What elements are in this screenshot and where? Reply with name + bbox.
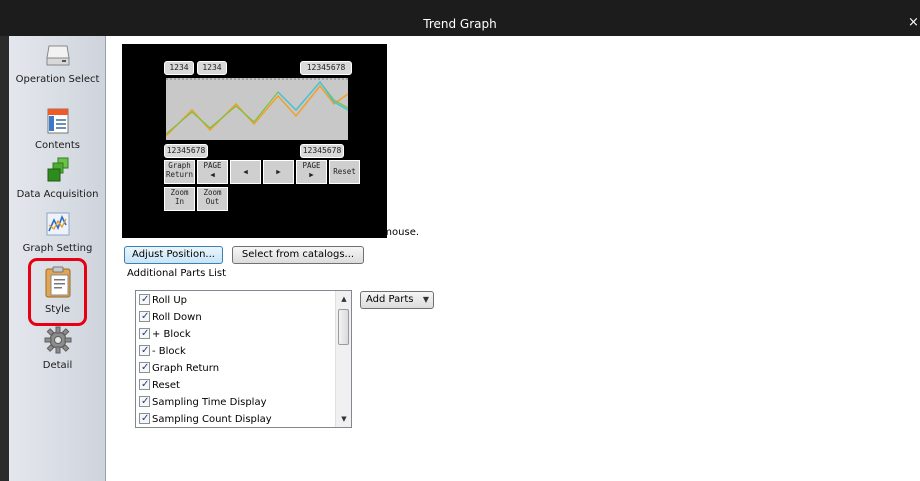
preview-pane[interactable]: 1234 1234 12345678 12345678 12345678 Gra… [122,44,387,238]
list-item[interactable]: + Block [139,326,191,343]
sidebar-item-label: Operation Select [15,74,100,85]
preview-bottom-label[interactable]: 12345678 [164,144,208,158]
preview-top-label[interactable]: 1234 [197,61,227,75]
title-bar: Trend Graph × [0,0,920,36]
clipboard-icon [9,266,106,301]
checkbox[interactable] [139,411,150,427]
add-parts-dropdown[interactable]: Add Parts ▼ [360,291,434,309]
scroll-down-icon[interactable]: ▼ [336,411,351,427]
stacked-blocks-icon [9,157,106,186]
checkbox[interactable] [139,394,150,410]
list-item[interactable]: Reset [139,377,180,394]
sidebar-item-label: Graph Setting [22,243,93,254]
sidebar-item-label: Contents [35,140,80,151]
preview-zoom-out-button[interactable]: Zoom Out [197,187,228,211]
document-icon [9,108,106,137]
additional-parts-heading: Additional Parts List [127,268,226,279]
drive-icon [9,44,106,71]
preview-back-button[interactable]: ◀ [230,160,261,184]
close-icon[interactable]: × [908,15,919,30]
list-item[interactable]: Sampling Time Display [139,394,267,411]
preview-reset-button[interactable]: Reset [329,160,360,184]
checkbox[interactable] [139,292,150,308]
list-item[interactable]: Roll Up [139,292,187,309]
list-item[interactable]: - Block [139,343,186,360]
preview-graph-return-button[interactable]: Graph Return [164,160,195,184]
sidebar-item-graph-setting[interactable]: Graph Setting [9,211,106,254]
chevron-down-icon: ▼ [422,295,429,304]
additional-parts-list[interactable]: Roll Up Roll Down + Block - Block Graph … [135,290,352,428]
preview-page-back-button[interactable]: PAGE ◀ [197,160,228,184]
sidebar-item-label: Data Acquisition [16,189,99,200]
sidebar-item-contents[interactable]: Contents [9,108,106,151]
sidebar-item-data-acquisition[interactable]: Data Acquisition [9,157,106,200]
window-title: Trend Graph [423,17,497,31]
list-item[interactable]: Sampling Count Display [139,411,272,427]
preview-hint-text: Parts on the preview pane can be selecte… [122,227,420,238]
sidebar-item-label: Detail [42,360,73,371]
preview-page-forward-button[interactable]: PAGE ▶ [296,160,327,184]
select-from-catalogs-button[interactable]: Select from catalogs... [232,246,364,264]
checkbox[interactable] [139,377,150,393]
checkbox[interactable] [139,309,150,325]
scroll-up-icon[interactable]: ▲ [336,291,351,307]
sidebar-item-style[interactable]: Style [9,266,106,315]
preview-top-label[interactable]: 12345678 [300,61,352,75]
checkbox[interactable] [139,326,150,342]
line-graph-icon [9,211,106,240]
sidebar: Operation Select Contents Data Acquisiti… [9,36,106,481]
list-item[interactable]: Roll Down [139,309,202,326]
preview-forward-button[interactable]: ▶ [263,160,294,184]
list-item[interactable]: Graph Return [139,360,219,377]
sidebar-item-operation-select[interactable]: Operation Select [9,44,106,85]
list-scrollbar[interactable]: ▲ ▼ [335,291,351,427]
gear-icon [9,326,106,357]
sidebar-item-label: Style [44,304,71,315]
adjust-position-button[interactable]: Adjust Position... [124,246,223,264]
preview-zoom-in-button[interactable]: Zoom In [164,187,195,211]
trend-graph-area[interactable] [165,78,349,140]
checkbox[interactable] [139,343,150,359]
preview-bottom-label[interactable]: 12345678 [300,144,344,158]
sidebar-item-detail[interactable]: Detail [9,326,106,371]
window-frame [0,36,9,481]
checkbox[interactable] [139,360,150,376]
preview-top-label[interactable]: 1234 [164,61,194,75]
scroll-thumb[interactable] [338,309,349,345]
